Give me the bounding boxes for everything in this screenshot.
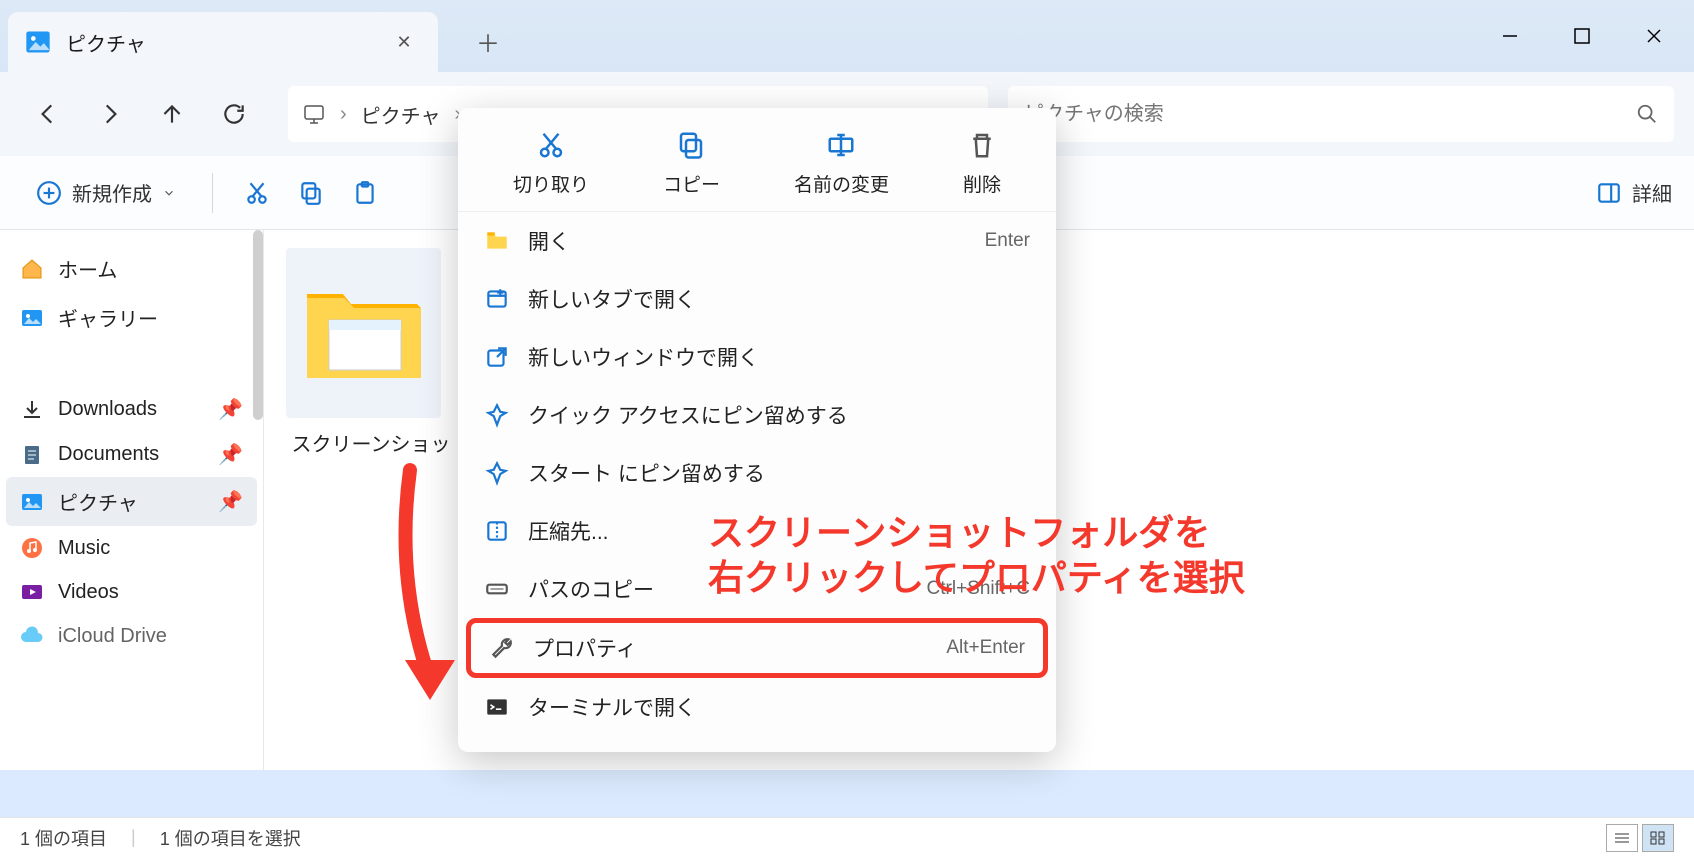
videos-icon [20, 580, 44, 604]
copy-button[interactable] [289, 171, 333, 215]
folder-item-screenshots[interactable]: スクリーンショッ [286, 248, 456, 457]
cloud-icon [20, 624, 44, 648]
new-button[interactable]: 新規作成 [22, 170, 190, 215]
pin-icon: 📌 [218, 489, 243, 514]
new-button-label: 新規作成 [72, 178, 152, 207]
tab-title: ピクチャ [66, 28, 386, 57]
sidebar-music[interactable]: Music [6, 526, 257, 570]
up-button[interactable] [144, 86, 200, 142]
documents-icon [20, 443, 44, 467]
title-bar: ピクチャ ✕ ＋ [0, 0, 1694, 72]
ctx-properties[interactable]: プロパティ Alt+Enter [471, 623, 1043, 673]
view-list-button[interactable] [1606, 824, 1638, 852]
newtab-icon [484, 286, 510, 312]
download-icon [20, 398, 44, 422]
tab-close-button[interactable]: ✕ [386, 24, 422, 60]
plus-circle-icon [36, 180, 62, 206]
copy-icon [676, 130, 706, 160]
status-count: 1 個の項目 [20, 825, 107, 851]
wrench-icon [489, 635, 515, 661]
sidebar-pictures[interactable]: ピクチャ 📌 [6, 477, 257, 526]
ctx-cut[interactable]: 切り取り [513, 130, 589, 197]
scissors-icon [536, 130, 566, 160]
context-menu: 切り取り コピー 名前の変更 削除 開く Enter 新しいタブで開く 新しいウ… [458, 108, 1056, 752]
gallery-icon [20, 306, 44, 330]
details-label: 詳細 [1632, 178, 1672, 207]
folder-icon [484, 228, 510, 254]
search-icon [1636, 103, 1658, 125]
refresh-button[interactable] [206, 86, 262, 142]
details-pane-button[interactable]: 詳細 [1596, 178, 1672, 207]
ctx-delete[interactable]: 削除 [963, 130, 1001, 197]
forward-button[interactable] [82, 86, 138, 142]
back-button[interactable] [20, 86, 76, 142]
ctx-open-newwindow[interactable]: 新しいウィンドウで開く [458, 328, 1056, 386]
new-tab-button[interactable]: ＋ [468, 24, 508, 59]
view-tiles-button[interactable] [1642, 824, 1674, 852]
sidebar-downloads[interactable]: Downloads 📌 [6, 387, 257, 432]
close-window-button[interactable] [1624, 11, 1684, 61]
compress-icon [484, 518, 510, 544]
ctx-terminal[interactable]: ターミナルで開く [458, 678, 1056, 736]
pictures-icon [20, 490, 44, 514]
breadcrumb-separator: › [340, 103, 347, 126]
search-input[interactable] [1024, 103, 1636, 126]
details-pane-icon [1596, 180, 1622, 206]
newwindow-icon [484, 344, 510, 370]
sidebar-icloud[interactable]: iCloud Drive [6, 614, 257, 658]
status-selected: 1 個の項目を選択 [160, 825, 301, 851]
ctx-rename[interactable]: 名前の変更 [794, 130, 889, 197]
ctx-open[interactable]: 開く Enter [458, 212, 1056, 270]
ctx-open-newtab[interactable]: 新しいタブで開く [458, 270, 1056, 328]
pin-icon [484, 402, 510, 428]
path-icon [484, 576, 510, 602]
pictures-icon [24, 28, 52, 56]
music-icon [20, 536, 44, 560]
status-bar: 1 個の項目 | 1 個の項目を選択 [0, 817, 1694, 857]
maximize-button[interactable] [1552, 11, 1612, 61]
pin-icon [484, 460, 510, 486]
pin-icon: 📌 [218, 442, 243, 467]
ctx-pin-start[interactable]: スタート にピン留めする [458, 444, 1056, 502]
ctx-compress[interactable]: 圧縮先... [458, 502, 1056, 560]
chevron-down-icon [162, 186, 176, 200]
rename-icon [826, 130, 856, 160]
navigation-pane: ホーム ギャラリー Downloads 📌 Documents 📌 ピクチャ 📌… [0, 230, 264, 770]
sidebar-gallery[interactable]: ギャラリー [6, 293, 257, 342]
home-icon [20, 257, 44, 281]
folder-label: スクリーンショッ [286, 428, 456, 457]
ctx-pin-quickaccess[interactable]: クイック アクセスにピン留めする [458, 386, 1056, 444]
pin-icon: 📌 [218, 397, 243, 422]
terminal-icon [484, 694, 510, 720]
breadcrumb-current[interactable]: ピクチャ [361, 100, 441, 129]
scrollbar[interactable] [253, 230, 263, 420]
tab-active[interactable]: ピクチャ ✕ [8, 12, 438, 72]
cut-button[interactable] [235, 171, 279, 215]
ctx-copy-path[interactable]: パスのコピー Ctrl+Shift+C [458, 560, 1056, 618]
minimize-button[interactable] [1480, 11, 1540, 61]
paste-button[interactable] [343, 171, 387, 215]
toolbar-divider [212, 173, 213, 213]
ctx-copy[interactable]: コピー [663, 130, 720, 197]
folder-thumbnail [286, 248, 441, 418]
sidebar-videos[interactable]: Videos [6, 570, 257, 614]
sidebar-documents[interactable]: Documents 📌 [6, 432, 257, 477]
trash-icon [967, 130, 997, 160]
search-box[interactable] [1008, 86, 1674, 142]
this-pc-icon [302, 102, 326, 126]
sidebar-home[interactable]: ホーム [6, 244, 257, 293]
